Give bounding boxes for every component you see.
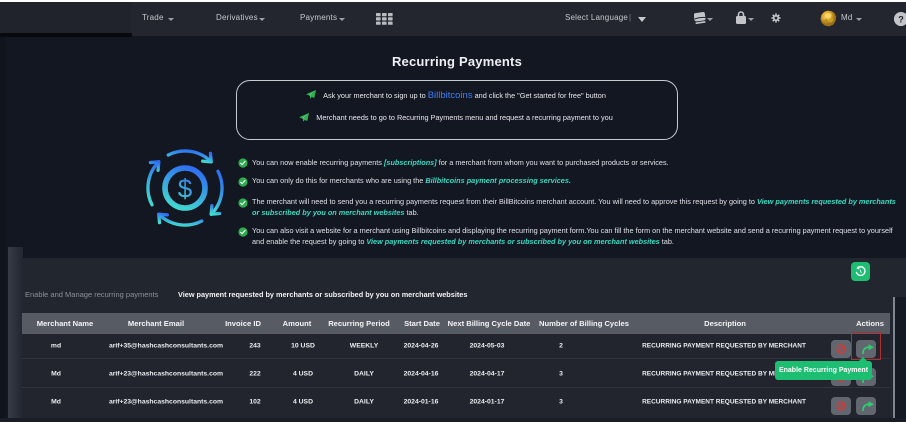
svg-text:?: ? <box>898 13 904 24</box>
svg-text:$: $ <box>178 174 193 204</box>
